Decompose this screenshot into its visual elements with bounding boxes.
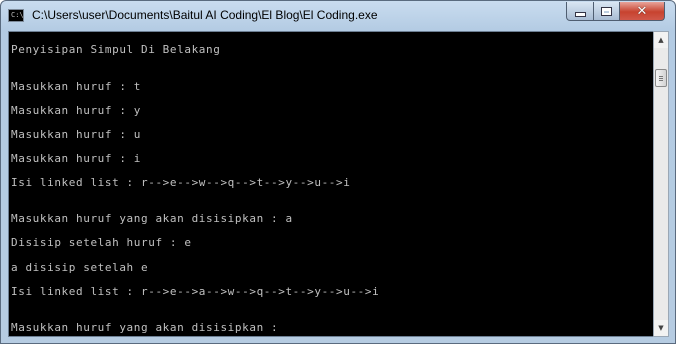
scroll-down-button[interactable]: ▼	[654, 320, 668, 336]
chevron-up-icon: ▲	[658, 36, 664, 44]
scroll-up-button[interactable]: ▲	[654, 32, 668, 48]
console-line: a disisip setelah e	[11, 261, 149, 274]
console-output[interactable]: Penyisipan Simpul Di Belakang Masukkan h…	[8, 31, 653, 337]
maximize-icon	[601, 6, 612, 16]
console-line: Masukkan huruf : u	[11, 128, 142, 141]
console-line: Isi linked list : r-->e-->a-->w-->q-->t-…	[11, 285, 380, 298]
console-line: Masukkan huruf yang akan disisipkan :	[11, 321, 279, 334]
scrollbar-thumb[interactable]	[655, 69, 667, 87]
console-window: C:\ C:\Users\user\Documents\Baitul AI Co…	[0, 0, 676, 344]
close-icon: ✕	[636, 3, 648, 19]
grip-line	[659, 78, 663, 79]
minimize-button[interactable]	[566, 2, 594, 21]
console-app-icon[interactable]: C:\	[8, 9, 24, 22]
window-title: C:\Users\user\Documents\Baitul AI Coding…	[32, 8, 378, 22]
minimize-icon	[574, 11, 586, 17]
console-line: Penyisipan Simpul Di Belakang	[11, 43, 221, 56]
close-button[interactable]: ✕	[619, 2, 665, 21]
console-line: Masukkan huruf : i	[11, 152, 142, 165]
console-line: Masukkan huruf : t	[11, 80, 142, 93]
console-line: Masukkan huruf : y	[11, 104, 142, 117]
maximize-button[interactable]	[593, 2, 620, 21]
vertical-scrollbar[interactable]: ▲ ▼	[653, 31, 669, 337]
console-line: Isi linked list : r-->e-->w-->q-->t-->y-…	[11, 176, 351, 189]
console-line: Masukkan huruf yang akan disisipkan : a	[11, 212, 293, 225]
console-line: Disisip setelah huruf : e	[11, 236, 192, 249]
title-bar[interactable]: C:\ C:\Users\user\Documents\Baitul AI Co…	[1, 1, 675, 31]
grip-line	[659, 76, 663, 77]
app-icon-text: C:\	[11, 11, 24, 19]
chevron-down-icon: ▼	[658, 324, 664, 332]
grip-line	[659, 80, 663, 81]
